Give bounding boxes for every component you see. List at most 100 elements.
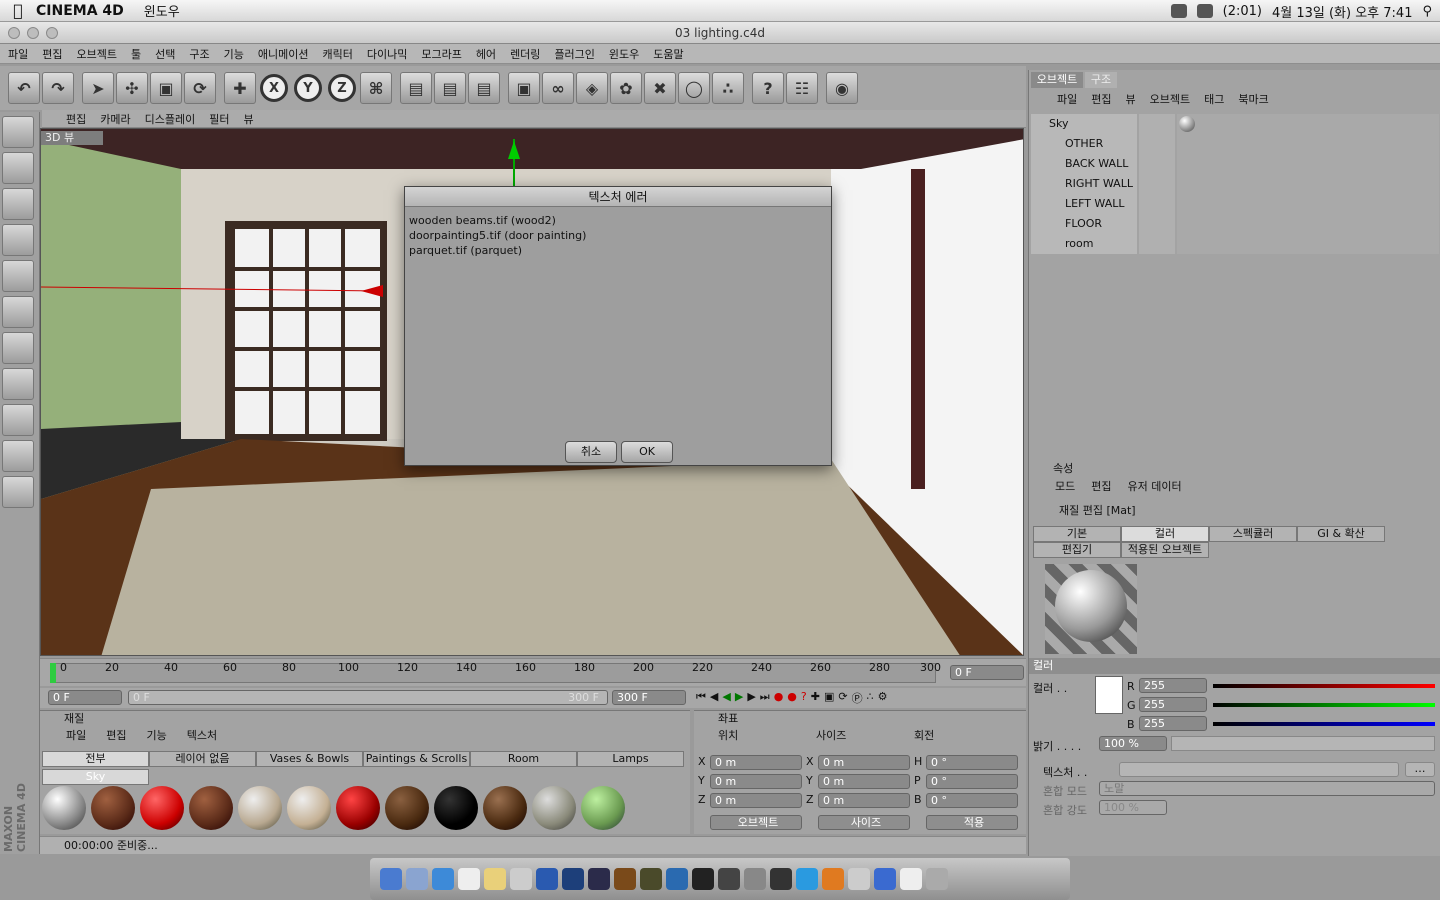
finder-icon[interactable] <box>380 868 402 890</box>
material-swatch[interactable] <box>336 786 380 830</box>
key-position-icon[interactable]: ✚ <box>811 690 820 706</box>
mat-tab-paintings[interactable]: Paintings & Scrolls <box>363 751 470 767</box>
menu-tools[interactable]: 툴 <box>131 46 141 62</box>
polygons-mode-icon[interactable] <box>2 332 34 364</box>
mix-mode-dropdown[interactable]: 노말 <box>1099 781 1435 796</box>
menu-character[interactable]: 캐릭터 <box>322 46 352 62</box>
key-param-icon[interactable]: Ⓟ <box>852 690 863 706</box>
end-frame-field[interactable]: 300 F <box>612 690 686 705</box>
photoshop-icon[interactable] <box>562 868 584 890</box>
obj-menu-object[interactable]: 오브젝트 <box>1150 90 1190 110</box>
ok-button[interactable]: OK <box>621 441 673 463</box>
axis-mode-icon[interactable] <box>2 224 34 256</box>
texture-browse-button[interactable]: … <box>1405 762 1435 777</box>
key-scale-icon[interactable]: ▣ <box>824 690 834 706</box>
mat-tab-room[interactable]: Room <box>470 751 577 767</box>
help-cursor-icon[interactable]: ? <box>752 72 784 104</box>
size-y-field[interactable]: 0 m <box>818 774 910 789</box>
app-name[interactable]: CINEMA 4D <box>36 3 124 19</box>
object-row[interactable]: room <box>1031 234 1137 254</box>
z-axis-lock[interactable]: Z <box>328 74 356 102</box>
menu-animation[interactable]: 애니메이션 <box>258 46 309 62</box>
layout-icon[interactable] <box>2 116 34 148</box>
pos-x-field[interactable]: 0 m <box>710 755 802 770</box>
obj-menu-tags[interactable]: 태그 <box>1204 90 1224 110</box>
cube-icon[interactable]: ▣ <box>508 72 540 104</box>
battery-status[interactable]: (2:01) <box>1223 4 1262 19</box>
attr-tab-specular[interactable]: 스펙큘러 <box>1209 526 1297 542</box>
size-z-field[interactable]: 0 m <box>818 793 910 808</box>
object-row[interactable]: BACK WALL <box>1031 154 1137 174</box>
autokey-icon[interactable]: ● <box>787 690 797 706</box>
firefox-icon[interactable] <box>822 868 844 890</box>
texture-mode-icon[interactable] <box>2 404 34 436</box>
attr-menu-mode[interactable]: 모드 <box>1055 478 1075 496</box>
red-slider[interactable] <box>1213 684 1435 688</box>
tab-objects[interactable]: 오브젝트 <box>1031 72 1083 88</box>
axis-move-icon[interactable]: ✚ <box>224 72 256 104</box>
prev-frame-icon[interactable]: ◀ <box>710 690 718 706</box>
play-icon[interactable]: ▶ <box>735 690 743 706</box>
blue-slider[interactable] <box>1213 722 1435 726</box>
material-swatch[interactable] <box>532 786 576 830</box>
cancel-button[interactable]: 취소 <box>565 441 617 463</box>
obj-menu-file[interactable]: 파일 <box>1057 90 1077 110</box>
size-x-field[interactable]: 0 m <box>818 755 910 770</box>
notes-icon[interactable] <box>484 868 506 890</box>
material-swatch[interactable] <box>91 786 135 830</box>
pos-z-field[interactable]: 0 m <box>710 793 802 808</box>
menu-hair[interactable]: 헤어 <box>476 46 496 62</box>
texture-field[interactable] <box>1119 762 1399 777</box>
safari-icon[interactable] <box>432 868 454 890</box>
menu-plugins[interactable]: 플러그인 <box>554 46 594 62</box>
material-swatch[interactable] <box>434 786 478 830</box>
camera-list-icon[interactable]: ☷ <box>786 72 818 104</box>
mat-tab-no-layer[interactable]: 레이어 없음 <box>149 751 256 767</box>
menu-edit[interactable]: 편집 <box>42 46 62 62</box>
word-doc-icon[interactable] <box>874 868 896 890</box>
workplane-icon[interactable] <box>2 440 34 472</box>
material-preview[interactable] <box>1045 564 1137 654</box>
render-picture-icon[interactable]: ▤ <box>434 72 466 104</box>
mat-tab-all[interactable]: 전부 <box>42 751 149 767</box>
clapper-icon[interactable] <box>770 868 792 890</box>
menu-file[interactable]: 파일 <box>8 46 28 62</box>
sculpt-icon[interactable] <box>2 476 34 508</box>
material-swatch[interactable] <box>483 786 527 830</box>
edges-mode-icon[interactable] <box>2 296 34 328</box>
mat-tab-sky[interactable]: Sky <box>42 769 149 785</box>
globe-icon[interactable]: ◉ <box>826 72 858 104</box>
coordinate-system-icon[interactable]: ⌘ <box>360 72 392 104</box>
aftereffects-icon[interactable] <box>588 868 610 890</box>
word-icon[interactable] <box>536 868 558 890</box>
wifi-icon[interactable] <box>1170 4 1187 18</box>
globe-dock-icon[interactable] <box>666 868 688 890</box>
material-swatch[interactable] <box>238 786 282 830</box>
attr-tab-assigned[interactable]: 적용된 오브젝트 <box>1121 542 1209 558</box>
motion-icon[interactable]: ⚙ <box>878 690 888 706</box>
obj-menu-bookmarks[interactable]: 북마크 <box>1238 90 1268 110</box>
menu-select[interactable]: 선택 <box>155 46 175 62</box>
coord-size-dropdown[interactable]: 사이즈 <box>818 815 910 830</box>
start-frame-field[interactable]: 0 F <box>48 690 122 705</box>
green-field[interactable]: 255 <box>1139 697 1207 712</box>
red-field[interactable]: 255 <box>1139 678 1207 693</box>
pos-y-field[interactable]: 0 m <box>710 774 802 789</box>
soundbooth-icon[interactable] <box>640 868 662 890</box>
spotlight-icon[interactable]: ⚲ <box>1422 4 1432 19</box>
help-dock-icon[interactable] <box>848 868 870 890</box>
clock[interactable]: 4월 13일 (화) 오후 7:41 <box>1272 2 1412 21</box>
attr-menu-edit[interactable]: 편집 <box>1091 478 1111 496</box>
material-swatch[interactable] <box>287 786 331 830</box>
scale-icon[interactable]: ▣ <box>150 72 182 104</box>
spline-icon[interactable]: ∞ <box>542 72 574 104</box>
key-pla-icon[interactable]: ∴ <box>867 690 874 706</box>
keyframe-help-icon[interactable]: ? <box>801 690 807 706</box>
nurbs-icon[interactable]: ◈ <box>576 72 608 104</box>
range-slider[interactable]: 0 F 300 F <box>128 690 608 705</box>
render-settings-icon[interactable]: ▤ <box>468 72 500 104</box>
vp-menu-filter[interactable]: 필터 <box>209 111 229 127</box>
uv-mode-icon[interactable] <box>2 368 34 400</box>
menu-window[interactable]: 윈도우 <box>609 46 639 62</box>
object-mode-icon[interactable] <box>2 188 34 220</box>
